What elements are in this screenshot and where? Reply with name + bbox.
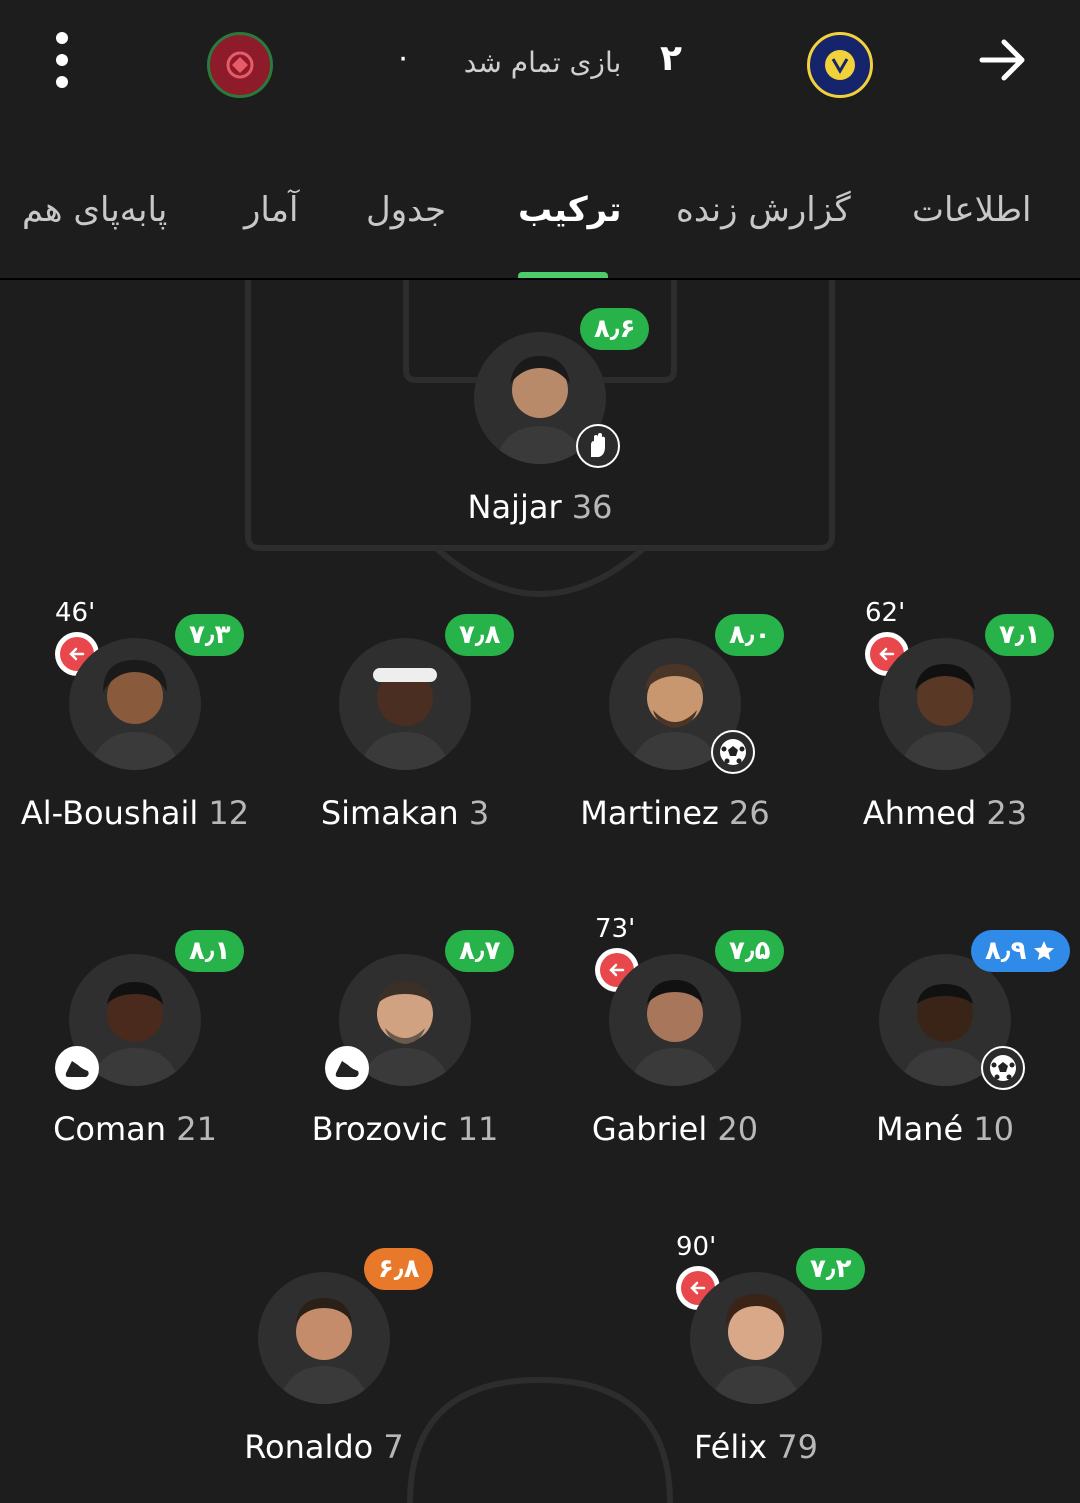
more-options-icon[interactable] (40, 32, 84, 88)
tab-live-report[interactable]: گزارش زنده (676, 190, 851, 230)
home-score: ۰ (395, 40, 412, 75)
rating-badge: ۷٫۵ (715, 930, 785, 972)
player-number: 10 (973, 1110, 1015, 1148)
assist-boot-icon (55, 1046, 99, 1090)
rating-badge: ۸٫۷ (445, 930, 515, 972)
rating-badge: ۷٫۸ (445, 614, 515, 656)
player-name-line: Najjar 36 (370, 488, 710, 526)
player-photo (339, 638, 471, 770)
player-mane[interactable]: ۸٫۹ Mané 10 (815, 914, 1075, 1148)
tab-info[interactable]: اطلاعات (912, 190, 1031, 230)
goal-ball-icon (981, 1046, 1025, 1090)
goalkeeper-glove-icon (576, 424, 620, 468)
player-najjar[interactable]: ۸٫۶ Najjar 36 (410, 292, 670, 526)
player-name-line: Ronaldo 7 (154, 1428, 494, 1466)
player-name: Martinez (580, 794, 719, 832)
player-name: Ahmed (862, 794, 977, 832)
rating-badge: ۷٫۱ (985, 614, 1055, 656)
player-photo (879, 638, 1011, 770)
player-simakan[interactable]: ۷٫۸ Simakan 3 (275, 598, 535, 832)
player-name: Coman (53, 1110, 167, 1148)
player-number: 11 (457, 1110, 499, 1148)
tab-bar: اطلاعات گزارش زنده ترکیب جدول آمار پابه‌… (0, 170, 1080, 280)
player-brozovic[interactable]: ۸٫۷ Brozovic 11 (275, 914, 535, 1148)
player-felix[interactable]: 90' ۷٫۲ Félix 79 (626, 1232, 886, 1466)
player-ahmed[interactable]: 62' ۷٫۱ Ahmed 23 (815, 598, 1075, 832)
pitch: ۸٫۶ Najjar 36 46' ۷٫۳ Al-Boushail 12 ۷٫۸… (0, 280, 1080, 1503)
match-status: بازی تمام شد (463, 46, 622, 79)
rating-badge: ۷٫۳ (175, 614, 245, 656)
player-photo (609, 954, 741, 1086)
player-name: Al-Boushail (20, 794, 199, 832)
player-number: 79 (777, 1428, 818, 1466)
assist-boot-icon (325, 1046, 369, 1090)
rating-badge: ۸٫۶ (580, 308, 650, 350)
away-score: ۲ (660, 38, 682, 79)
tab-head-to-head[interactable]: پابه‌پای هم (22, 190, 167, 230)
match-header: ۰ بازی تمام شد ۲ (0, 0, 1080, 130)
sub-minute: 90' (676, 1232, 717, 1262)
away-team-logo[interactable] (807, 32, 873, 98)
rating-badge: ۷٫۲ (796, 1248, 866, 1290)
home-team-logo[interactable] (207, 32, 273, 98)
sub-minute: 62' (865, 598, 906, 628)
rating-badge: ۸٫۱ (175, 930, 245, 972)
player-number: 26 (729, 794, 770, 832)
player-ronaldo[interactable]: ۶٫۸ Ronaldo 7 (194, 1232, 454, 1466)
player-number: 21 (176, 1110, 217, 1148)
player-coman[interactable]: ۸٫۱ Coman 21 (5, 914, 265, 1148)
player-name: Gabriel (591, 1110, 708, 1148)
player-name: Mané (875, 1110, 964, 1148)
tab-lineup[interactable]: ترکیب (518, 190, 622, 230)
player-al-boushail[interactable]: 46' ۷٫۳ Al-Boushail 12 (5, 598, 265, 832)
player-name: Félix (694, 1428, 768, 1466)
player-name: Ronaldo (244, 1428, 374, 1466)
player-photo (69, 638, 201, 770)
goal-ball-icon (711, 730, 755, 774)
tab-table[interactable]: جدول (366, 190, 446, 230)
tab-stats[interactable]: آمار (244, 190, 298, 230)
player-gabriel[interactable]: 73' ۷٫۵ Gabriel 20 (545, 914, 805, 1148)
player-name: Brozovic (311, 1110, 448, 1148)
rating-value: ۸٫۹ (985, 936, 1027, 966)
player-name-line: Félix 79 (586, 1428, 926, 1466)
player-photo (258, 1272, 390, 1404)
rating-badge: ۶٫۸ (364, 1248, 434, 1290)
player-photo (690, 1272, 822, 1404)
rating-badge: ۸٫۹ (971, 930, 1071, 972)
rating-badge: ۸٫۰ (715, 614, 785, 656)
player-name-line: Ahmed 23 (775, 794, 1080, 832)
back-arrow-icon[interactable] (972, 30, 1032, 90)
player-number: 20 (717, 1110, 759, 1148)
player-name: Simakan (320, 794, 459, 832)
player-name: Najjar (467, 488, 562, 526)
player-name-line: Mané 10 (775, 1110, 1080, 1148)
player-number: 3 (468, 794, 490, 832)
player-martinez[interactable]: ۸٫۰ Martinez 26 (545, 598, 805, 832)
sub-minute: 46' (55, 598, 96, 628)
player-number: 23 (986, 794, 1028, 832)
player-number: 7 (383, 1428, 404, 1466)
star-icon (1034, 941, 1055, 960)
player-number: 36 (571, 488, 613, 526)
sub-minute: 73' (595, 914, 636, 944)
